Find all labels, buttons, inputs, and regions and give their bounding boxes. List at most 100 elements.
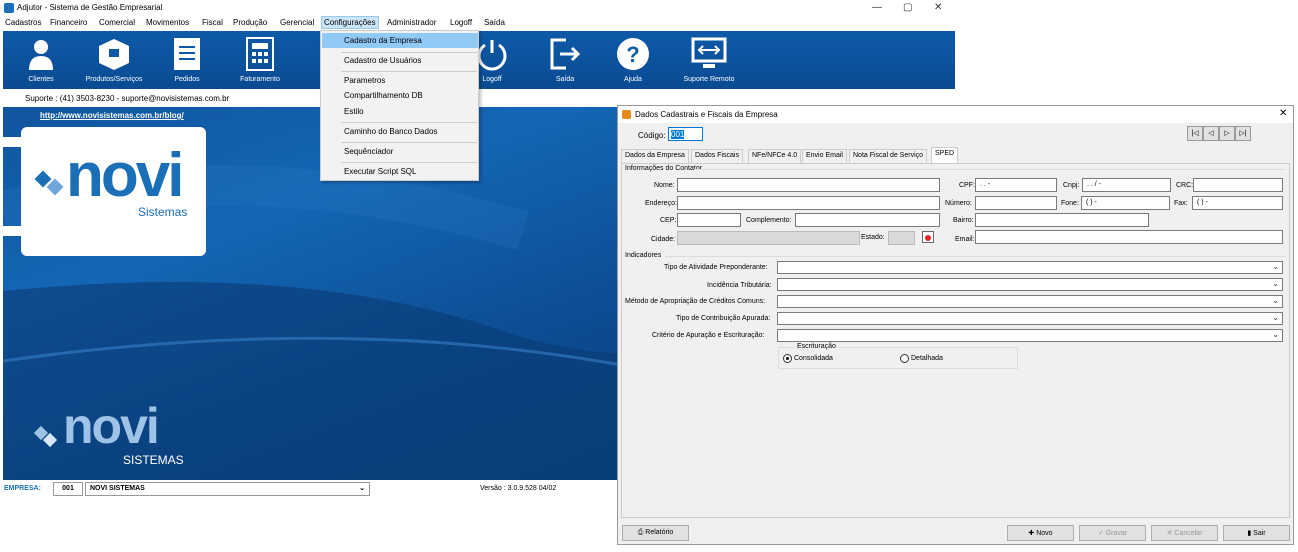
menu-financeiro[interactable]: Financeiro [50,18,87,27]
remote-icon [691,36,727,72]
indicadores-title: Indicadores [625,252,662,259]
gravar-label: Gravar [1105,530,1128,537]
complemento-field[interactable] [795,213,940,227]
detalhada-radio[interactable] [900,354,909,363]
last-record-icon[interactable]: ▷| [1235,126,1251,141]
codigo-value: 001 [671,130,685,139]
menu-gerencial[interactable]: Gerencial [280,18,314,27]
blog-link[interactable]: http://www.novisistemas.com.br/blog/ [40,111,184,120]
prev-record-icon[interactable]: ◁ [1203,126,1219,141]
dialog-close-icon[interactable]: ✕ [1279,108,1287,119]
bottom-logo-sub: SISTEMAS [123,453,184,467]
empresa-select[interactable]: NOVI SISTEMAS ⌄ [85,482,370,496]
cnpj-field[interactable]: . . / - [1082,178,1171,192]
cpf-field[interactable]: . . - [975,178,1057,192]
menu-item-estilo[interactable]: Estilo [344,107,364,116]
incidencia-select[interactable]: ⌄ [777,278,1283,291]
gravar-button[interactable]: ✓ Gravar [1079,525,1146,541]
menu-fiscal[interactable]: Fiscal [202,18,223,27]
contribuicao-select[interactable]: ⌄ [777,312,1283,325]
menu-bar: Cadastros Financeiro Comercial Movimento… [0,16,960,30]
fone-field[interactable]: ( ) - [1081,196,1170,210]
atividade-label: Tipo de Atividade Preponderante: [664,264,768,271]
menu-cadastros[interactable]: Cadastros [5,18,41,27]
menu-item-compartilhamento[interactable]: Compartilhamento DB [344,91,423,100]
menu-item-cadastro-usuarios[interactable]: Cadastro de Usuários [344,56,421,65]
toolbar-label: Clientes [28,76,54,83]
power-icon [474,36,510,72]
chevron-down-icon: ⌄ [1272,296,1279,305]
fax-label: Fax: [1174,200,1188,207]
window-title: Adjutor - Sistema de Gestão Empresarial [17,3,163,12]
menu-movimentos[interactable]: Movimentos [146,18,189,27]
decor-bar [0,226,22,236]
consolidada-radio[interactable] [783,354,792,363]
menu-configuracoes[interactable]: Configurações [321,16,379,29]
bairro-field[interactable] [975,213,1149,227]
relatorio-label: Relatório [645,529,674,536]
minimize-button[interactable]: — [872,2,882,13]
next-record-icon[interactable]: ▷ [1219,126,1235,141]
support-text: Suporte : (41) 3503-8230 - suporte@novis… [25,94,230,103]
logo-text: novi [66,141,184,210]
search-cidade-icon[interactable] [922,231,934,243]
tab-nfe[interactable]: NFe/NFCe 4.0 [748,149,802,163]
logo-sub: Sistemas [138,205,188,219]
menu-producao[interactable]: Produção [233,18,267,27]
nome-label: Nome: [654,182,675,189]
toolbar-faturamento[interactable]: Faturamento [228,31,292,89]
menu-item-sequenciador[interactable]: Sequênciador [344,147,393,156]
chevron-down-icon: ⌄ [1272,279,1279,288]
tab-nota-servico[interactable]: Nota Fiscal de Serviço [849,149,928,163]
codigo-field[interactable]: 001 [668,127,703,141]
menu-item-cadastro-empresa[interactable]: Cadastro da Empresa [344,36,422,45]
nome-field[interactable] [677,178,940,192]
novo-button[interactable]: ✚ Novo [1007,525,1074,541]
toolbar-clientes[interactable]: Clientes [9,31,73,89]
cancelar-button[interactable]: ✕ Cancelar [1151,525,1218,541]
menu-item-parametros[interactable]: Parametros [344,76,385,85]
numero-field[interactable] [975,196,1057,210]
criterio-label: Critério de Apuração e Escrituração: [652,332,765,339]
metodo-select[interactable]: ⌄ [777,295,1283,308]
tab-dados-empresa[interactable]: Dados da Empresa [621,149,689,163]
tab-envio-email[interactable]: Envio Email [802,149,847,163]
sair-button[interactable]: ▮ Sair [1223,525,1290,541]
criterio-select[interactable]: ⌄ [777,329,1283,342]
cpf-label: CPF: [959,182,975,189]
toolbar-ajuda[interactable]: ? Ajuda [601,31,665,89]
menu-comercial[interactable]: Comercial [99,18,135,27]
list-icon [169,36,205,72]
atividade-select[interactable]: ⌄ [777,261,1283,274]
help-icon: ? [615,36,651,72]
cep-field[interactable] [677,213,741,227]
email-field[interactable] [975,230,1283,244]
menu-logoff[interactable]: Logoff [450,18,472,27]
svg-text:?: ? [626,42,639,67]
version-text: Versão : 3.0.9.528 04/02 [480,485,557,492]
first-record-icon[interactable]: |◁ [1187,126,1203,141]
dialog-icon [622,110,631,119]
tab-sped[interactable]: SPED [931,147,959,164]
endereco-field[interactable] [677,196,940,210]
close-button[interactable]: ✕ [934,2,942,13]
crc-field[interactable] [1193,178,1283,192]
maximize-button[interactable]: ▢ [903,2,912,13]
menu-item-script-sql[interactable]: Executar Script SQL [344,167,416,176]
toolbar-pedidos[interactable]: Pedidos [155,31,219,89]
endereco-label: Endereço: [645,200,677,207]
toolbar-suporte-remoto[interactable]: Suporte Remoto [677,31,741,89]
menu-item-caminho-banco[interactable]: Caminho do Banco Dados [344,127,437,136]
novo-label: Novo [1036,530,1053,537]
toolbar-saida[interactable]: Saída [533,31,597,89]
fax-field[interactable]: ( ) - [1192,196,1283,210]
chevron-down-icon: ⌄ [1272,330,1279,339]
toolbar-produtos[interactable]: Produtos/Serviços [82,31,146,89]
menu-saida[interactable]: Saída [484,18,505,27]
exit-icon [547,36,583,72]
empresa-code[interactable]: 001 [53,482,83,496]
toolbar-label: Pedidos [174,76,200,83]
menu-administrador[interactable]: Administrador [387,18,436,27]
tab-dados-fiscais[interactable]: Dados Fiscais [691,149,743,163]
relatorio-button[interactable]: ⎙ Relatório [622,525,689,541]
